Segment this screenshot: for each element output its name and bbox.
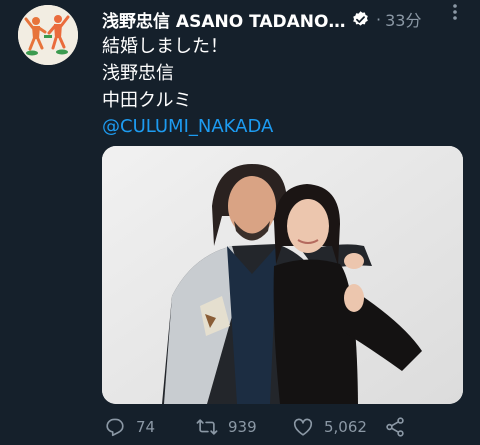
mention-link[interactable]: @CULUMI_NAKADA bbox=[102, 116, 273, 138]
avatar-illustration bbox=[18, 5, 78, 65]
action-bar: 74 939 5,062 bbox=[100, 416, 474, 440]
more-icon[interactable] bbox=[446, 3, 464, 21]
verified-badge-icon bbox=[353, 10, 368, 26]
reply-count: 74 bbox=[136, 418, 156, 436]
tweet-photo[interactable] bbox=[102, 146, 463, 404]
tweet-text-line: 中田クルミ bbox=[102, 90, 192, 111]
reply-icon bbox=[106, 418, 124, 437]
tweet-text-line: 結婚しました！ bbox=[102, 36, 228, 57]
reply-button[interactable]: 74 bbox=[104, 416, 155, 438]
heart-icon bbox=[293, 418, 313, 436]
retweet-button[interactable]: 939 bbox=[196, 416, 257, 438]
tweet-header: 浅野忠信 ASANO TADANOBU · 33分 bbox=[102, 6, 474, 32]
share-button[interactable] bbox=[384, 416, 406, 442]
author-name[interactable]: 浅野忠信 ASANO TADANOBU bbox=[102, 7, 346, 32]
avatar[interactable] bbox=[18, 5, 78, 65]
like-count: 5,062 bbox=[324, 418, 367, 436]
time-separator: · bbox=[376, 9, 382, 29]
like-button[interactable]: 5,062 bbox=[292, 416, 367, 438]
couple-photo bbox=[102, 146, 463, 404]
retweet-count: 939 bbox=[228, 418, 257, 436]
tweet-time[interactable]: 33分 bbox=[385, 7, 421, 31]
tweet-text-line: 浅野忠信 bbox=[102, 63, 174, 84]
retweet-icon bbox=[196, 419, 218, 435]
share-icon bbox=[386, 417, 404, 437]
